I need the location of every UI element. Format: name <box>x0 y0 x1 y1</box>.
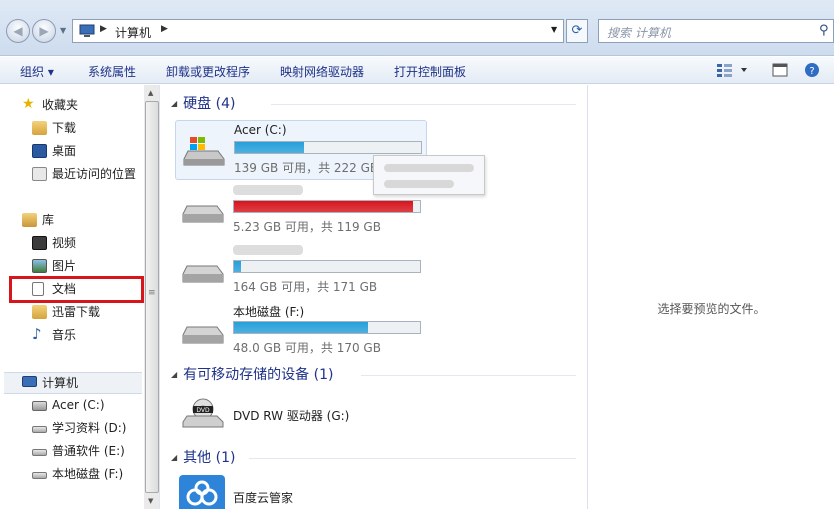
drive-name: 本地磁盘 (F:) <box>233 305 305 319</box>
computer-icon <box>79 24 95 37</box>
drive-usage-bar <box>234 141 422 154</box>
address-dropdown-icon[interactable]: ▼ <box>551 25 557 34</box>
back-arrow-icon[interactable]: ◀ <box>6 19 30 43</box>
breadcrumb-separator-icon[interactable]: ▶ <box>161 24 168 34</box>
collapse-triangle-icon[interactable]: ◢ <box>171 370 177 379</box>
svg-text:DVD: DVD <box>196 407 210 414</box>
baidu-cloud-icon <box>179 475 225 509</box>
map-network-drive-button[interactable]: 映射网络驱动器 <box>280 63 364 80</box>
magnifier-icon[interactable]: ⚲ <box>819 23 829 38</box>
drive-name: Acer (C:) <box>234 123 287 137</box>
windows-drive-icon <box>183 137 225 166</box>
scroll-up-icon[interactable]: ▲ <box>148 89 153 97</box>
navigation-pane: ★ 收藏夹 下载 桌面 最近访问的位置 库 视频 图片 文档 迅雷下载 ♪ 音乐 <box>0 85 160 509</box>
picture-icon <box>32 259 47 273</box>
drive-free-space: 5.23 GB 可用，共 119 GB <box>233 220 381 234</box>
preview-pane-icon[interactable] <box>772 62 788 78</box>
blurred-drive-name <box>233 244 303 255</box>
drive-free-space: 164 GB 可用，共 171 GB <box>233 280 378 294</box>
command-toolbar: 组织 ▾ 系统属性 卸载或更改程序 映射网络驱动器 打开控制面板 ? <box>0 57 834 84</box>
preview-hint: 选择要预览的文件。 <box>657 302 766 316</box>
library-icon <box>22 213 37 227</box>
drive-free-space: 48.0 GB 可用，共 170 GB <box>233 341 381 355</box>
view-options-icon[interactable] <box>716 63 750 77</box>
drive-name <box>233 182 303 196</box>
video-icon <box>32 236 47 250</box>
hard-disks-group-header[interactable]: ◢ 硬盘 (4) <box>171 94 235 114</box>
drive-icon <box>182 326 224 344</box>
scroll-down-icon[interactable]: ▼ <box>148 497 153 505</box>
system-properties-button[interactable]: 系统属性 <box>88 63 136 80</box>
forward-arrow-icon[interactable]: ▶ <box>32 19 56 43</box>
help-icon[interactable]: ? <box>804 62 820 78</box>
search-input[interactable]: 搜索 计算机 ⚲ <box>598 19 834 43</box>
preview-pane: 选择要预览的文件。 <box>587 85 834 509</box>
other-group-header[interactable]: ◢ 其他 (1) <box>171 448 235 468</box>
removable-devices-group-header[interactable]: ◢ 有可移动存储的设备 (1) <box>171 365 333 385</box>
search-placeholder: 搜索 计算机 <box>607 26 671 40</box>
drive-icon <box>182 205 224 223</box>
other-item-name: 百度云管家 <box>233 491 294 505</box>
computer-icon <box>22 376 37 387</box>
drive-usage-bar <box>233 200 421 213</box>
recent-pages-dropdown-icon[interactable]: ▼ <box>60 26 66 35</box>
other-item[interactable]: 百度云管家 <box>175 471 427 509</box>
collapse-triangle-icon[interactable]: ◢ <box>171 99 177 108</box>
open-control-panel-button[interactable]: 打开控制面板 <box>394 63 466 80</box>
star-icon: ★ <box>22 96 35 112</box>
system-drive-icon <box>32 401 47 411</box>
scrollbar-grip-icon: ≡ <box>148 288 156 298</box>
dvd-drive-item[interactable]: DVD DVD RW 驱动器 (G:) <box>175 387 427 441</box>
blurred-drive-name <box>233 184 303 195</box>
address-bar: ◀ ▶ ▼ ▶ 计算机 ▶ ▼ ⟳ 搜索 计算机 ⚲ <box>0 0 834 56</box>
breadcrumb-separator-icon[interactable]: ▶ <box>100 24 107 34</box>
drive-icon <box>32 426 47 433</box>
blurred-tooltip <box>373 155 485 195</box>
group-divider <box>271 104 576 105</box>
drive-icon <box>32 472 47 479</box>
refresh-icon[interactable]: ⟳ <box>566 19 588 43</box>
breadcrumb-computer[interactable]: 计算机 <box>115 24 151 41</box>
drive-free-space: 139 GB 可用，共 222 GB <box>234 161 379 175</box>
folder-icon <box>32 305 47 319</box>
group-divider <box>249 458 576 459</box>
drive-usage-fill <box>235 142 304 153</box>
organize-button[interactable]: 组织 ▾ <box>20 63 54 80</box>
drive-icon <box>182 265 224 283</box>
dvd-drive-icon: DVD <box>182 398 224 428</box>
music-note-icon: ♪ <box>32 325 42 343</box>
drive-icon <box>32 449 47 456</box>
desktop-icon <box>32 144 47 158</box>
drive-usage-bar <box>233 321 421 334</box>
drive-usage-fill <box>234 322 368 333</box>
recent-places-icon <box>32 167 47 181</box>
drive-item-e[interactable]: 164 GB 可用，共 171 GB <box>175 240 427 300</box>
collapse-triangle-icon[interactable]: ◢ <box>171 453 177 462</box>
drive-name <box>233 242 303 256</box>
uninstall-program-button[interactable]: 卸载或更改程序 <box>166 63 250 80</box>
drive-usage-bar <box>233 260 421 273</box>
content-pane: ◢ 硬盘 (4) Acer (C:) 139 GB 可用，共 222 GB 5.2… <box>161 85 586 509</box>
dvd-drive-name: DVD RW 驱动器 (G:) <box>233 409 350 423</box>
drive-item-f[interactable]: 本地磁盘 (F:) 48.0 GB 可用，共 170 GB <box>175 301 427 361</box>
svg-text:?: ? <box>809 66 814 77</box>
highlight-box <box>9 276 144 303</box>
drive-usage-fill <box>234 201 413 212</box>
drive-usage-fill <box>234 261 242 272</box>
breadcrumb[interactable]: ▶ 计算机 ▶ ▼ <box>72 19 564 43</box>
group-divider <box>361 375 576 376</box>
downloads-folder-icon <box>32 121 47 135</box>
